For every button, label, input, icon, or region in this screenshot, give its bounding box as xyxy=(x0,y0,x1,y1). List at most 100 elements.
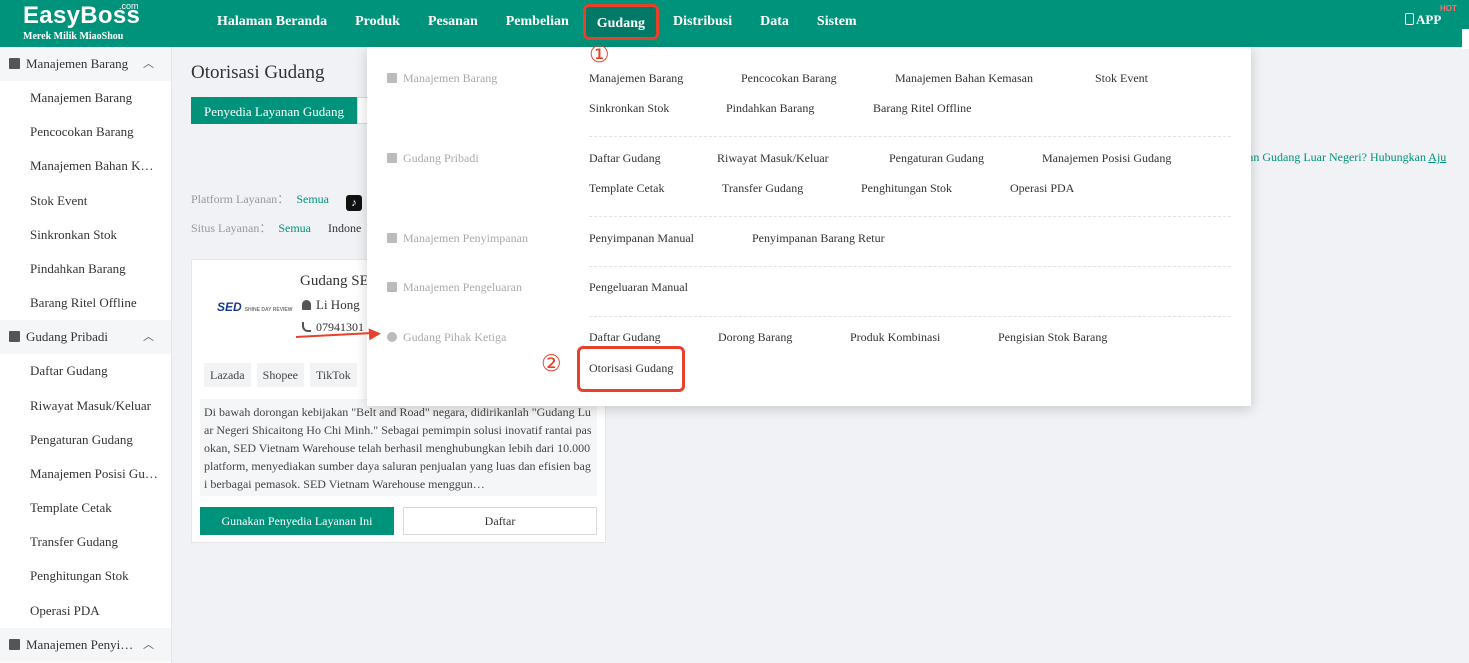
platform-tags: Lazada Shopee TikTok xyxy=(204,363,363,387)
step-1-marker: ① xyxy=(589,42,610,68)
nav-pesanan[interactable]: Pesanan xyxy=(414,0,492,47)
sidebar-item[interactable]: Template Cetak xyxy=(0,491,171,525)
dropdown-link[interactable]: Riwayat Masuk/Keluar xyxy=(717,151,829,166)
dropdown-link[interactable]: Pengisian Stok Barang xyxy=(998,330,1107,345)
sidebar-group-manajemen-penyimpanan[interactable]: Manajemen Penyi… ︿ xyxy=(0,627,171,662)
sidebar: Manajemen Barang ︿ Manajemen Barang Penc… xyxy=(0,47,172,663)
scrollbar-thumb[interactable] xyxy=(1462,29,1469,49)
logo[interactable]: EasyBoss .com Merek Milik MiaoShou xyxy=(23,1,140,42)
tiktok-icon[interactable]: ♪ xyxy=(345,195,362,211)
chevron-up-icon: ︿ xyxy=(143,638,154,651)
dropdown-link[interactable]: Penyimpanan Barang Retur xyxy=(752,231,885,246)
globe-icon xyxy=(387,332,397,342)
sidebar-item[interactable]: Sinkronkan Stok xyxy=(0,218,171,252)
category-label: Manajemen Penyimpanan xyxy=(403,231,528,245)
category-label: Manajemen Pengeluaran xyxy=(403,280,522,294)
dropdown-divider xyxy=(589,136,1231,137)
platform-tag: TikTok xyxy=(309,363,357,387)
link-anchor[interactable]: Aju xyxy=(1428,150,1446,164)
sidebar-item[interactable]: Operasi PDA xyxy=(0,594,171,628)
contact-name: Li Hong xyxy=(316,297,360,312)
gudang-dropdown-menu: Manajemen Barang Manajemen Barang Pencoc… xyxy=(367,47,1251,406)
dropdown-link[interactable]: Daftar Gudang xyxy=(589,151,661,166)
nav-sistem[interactable]: Sistem xyxy=(803,0,871,47)
dropdown-link[interactable]: Manajemen Posisi Gudang xyxy=(1042,151,1171,166)
nav-halaman-beranda[interactable]: Halaman Beranda xyxy=(203,0,341,47)
mobile-phone-icon xyxy=(1405,13,1414,25)
sidebar-item[interactable]: Pengaturan Gudang xyxy=(0,423,171,457)
dropdown-link[interactable]: Manajemen Bahan Kemasan xyxy=(895,71,1033,86)
filter-site-all[interactable]: Semua xyxy=(278,221,311,235)
brand-suffix: .com xyxy=(119,1,139,11)
app-button[interactable]: APP HOT xyxy=(1405,4,1457,28)
sidebar-group-label: Manajemen Penyi… xyxy=(26,636,134,652)
dropdown-category-manajemen-barang: Manajemen Barang xyxy=(387,71,497,86)
hot-badge: HOT xyxy=(1440,4,1457,13)
dropdown-link[interactable]: Daftar Gudang xyxy=(589,330,661,345)
link-text: ukan Gudang Luar Negeri? Hubungkan xyxy=(1236,150,1429,164)
sidebar-item[interactable]: Manajemen Barang xyxy=(0,81,171,115)
dropdown-link[interactable]: Pengaturan Gudang xyxy=(889,151,984,166)
sidebar-item[interactable]: Manajemen Posisi Gu… xyxy=(0,457,171,491)
nav-produk[interactable]: Produk xyxy=(341,0,414,47)
dropdown-link[interactable]: Transfer Gudang xyxy=(722,181,803,196)
home-icon xyxy=(387,153,397,163)
annotation-arrow-head xyxy=(368,327,382,341)
sidebar-group-manajemen-barang[interactable]: Manajemen Barang ︿ xyxy=(0,47,171,81)
dropdown-category-manajemen-penyimpanan: Manajemen Penyimpanan xyxy=(387,231,528,246)
dropdown-link[interactable]: Dorong Barang xyxy=(718,330,792,345)
sidebar-item[interactable]: Stok Event xyxy=(0,184,171,218)
sidebar-item[interactable]: Riwayat Masuk/Keluar xyxy=(0,389,171,423)
inbox-icon xyxy=(387,233,397,243)
provider-description: Di bawah dorongan kebijakan "Belt and Ro… xyxy=(200,399,597,496)
app-label: APP xyxy=(1416,12,1442,27)
use-provider-button[interactable]: Gunakan Penyedia Layanan Ini xyxy=(200,507,394,535)
category-label: Gudang Pribadi xyxy=(403,151,479,165)
nav-distribusi[interactable]: Distribusi xyxy=(659,0,746,47)
sidebar-item[interactable]: Barang Ritel Offline xyxy=(0,286,171,320)
dropdown-link[interactable]: Produk Kombinasi xyxy=(850,330,940,345)
nav-gudang[interactable]: Gudang xyxy=(582,4,659,40)
sidebar-item[interactable]: Manajemen Bahan Ke… xyxy=(0,149,171,183)
tab-penyedia-layanan-gudang[interactable]: Penyedia Layanan Gudang xyxy=(191,97,358,124)
dropdown-link[interactable]: Penyimpanan Manual xyxy=(589,231,694,246)
sidebar-item[interactable]: Daftar Gudang xyxy=(0,354,171,388)
user-icon xyxy=(302,300,311,310)
nav-data[interactable]: Data xyxy=(746,0,803,47)
dropdown-link[interactable]: Penghitungan Stok xyxy=(861,181,952,196)
dropdown-link[interactable]: Stok Event xyxy=(1095,71,1148,86)
overseas-warehouse-link[interactable]: ukan Gudang Luar Negeri? Hubungkan Aju xyxy=(1236,150,1446,165)
register-button[interactable]: Daftar xyxy=(403,507,597,535)
platform-tag: Shopee xyxy=(256,363,304,387)
brand-subtitle: Merek Milik MiaoShou xyxy=(23,31,124,42)
filter-site-indonesia[interactable]: Indone xyxy=(328,221,361,235)
logo-text: SED xyxy=(217,300,242,314)
phone-icon xyxy=(302,322,311,332)
sidebar-item[interactable]: Pencocokan Barang xyxy=(0,115,171,149)
dropdown-link[interactable]: Manajemen Barang xyxy=(589,71,683,86)
sidebar-group-label: Gudang Pribadi xyxy=(26,329,108,345)
page-title: Otorisasi Gudang xyxy=(191,62,325,83)
sidebar-item[interactable]: Penghitungan Stok xyxy=(0,559,171,593)
sidebar-item[interactable]: Pindahkan Barang xyxy=(0,252,171,286)
dropdown-link[interactable]: Sinkronkan Stok xyxy=(589,101,669,116)
filter-platform-all[interactable]: Semua xyxy=(296,192,329,206)
step-2-marker: ② xyxy=(541,351,562,377)
nav-pembelian[interactable]: Pembelian xyxy=(492,0,583,47)
filter-site-label: Situs Layanan： xyxy=(191,221,272,235)
dropdown-link[interactable]: Operasi PDA xyxy=(1010,181,1074,196)
sidebar-item[interactable]: Transfer Gudang xyxy=(0,525,171,559)
dropdown-link[interactable]: Pindahkan Barang xyxy=(726,101,814,116)
provider-logo: SED SHINE DAY REVIEW xyxy=(217,300,292,314)
dropdown-link[interactable]: Template Cetak xyxy=(589,181,664,196)
dropdown-link[interactable]: Pengeluaran Manual xyxy=(589,280,688,295)
chevron-up-icon: ︿ xyxy=(143,58,154,70)
dropdown-link[interactable]: Pencocokan Barang xyxy=(741,71,837,86)
highlight-box-otorisasi xyxy=(577,346,685,392)
dropdown-category-manajemen-pengeluaran: Manajemen Pengeluaran xyxy=(387,280,522,295)
main-nav: Halaman Beranda Produk Pesanan Pembelian… xyxy=(203,0,871,47)
inbox-icon xyxy=(9,638,20,650)
tab-bar: Penyedia Layanan Gudang C xyxy=(191,97,392,124)
dropdown-link[interactable]: Barang Ritel Offline xyxy=(873,101,971,116)
sidebar-group-gudang-pribadi[interactable]: Gudang Pribadi ︿ xyxy=(0,320,171,355)
